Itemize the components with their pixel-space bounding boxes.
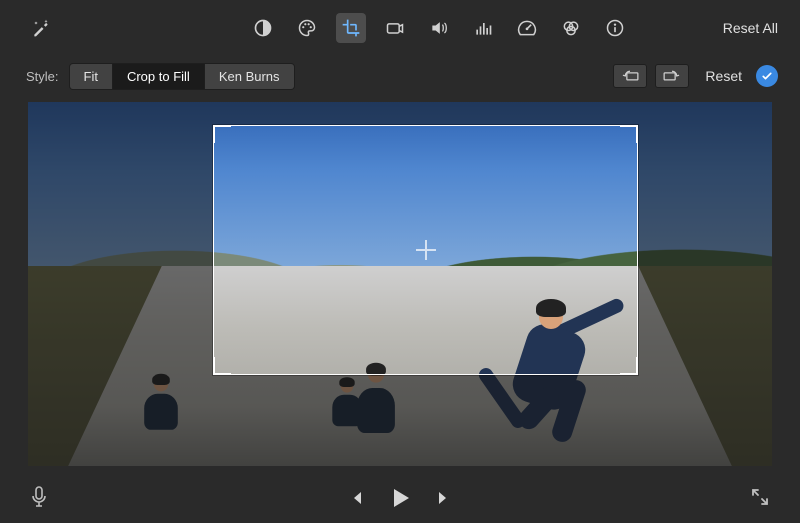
rotate-ccw-icon <box>619 69 641 83</box>
color-correction-button[interactable] <box>292 13 322 43</box>
crop-center-icon <box>416 240 436 260</box>
speed-button[interactable] <box>512 13 542 43</box>
play-icon <box>387 485 413 511</box>
expand-icon <box>750 487 770 507</box>
check-icon <box>761 70 773 82</box>
crop-handle-tl[interactable] <box>213 125 231 143</box>
preview-viewer <box>28 102 772 466</box>
auto-enhance-button[interactable] <box>26 13 56 43</box>
style-option-ken-burns[interactable]: Ken Burns <box>204 64 294 89</box>
crop-handle-br[interactable] <box>620 357 638 375</box>
next-frame-button[interactable] <box>435 489 453 507</box>
crop-icon <box>341 18 361 38</box>
adjustments-toolbar: Reset All <box>0 0 800 56</box>
rotate-ccw-button[interactable] <box>613 64 647 88</box>
fullscreen-button[interactable] <box>750 487 770 510</box>
reset-all-button[interactable]: Reset All <box>723 20 778 36</box>
overlap-icon <box>561 18 581 38</box>
style-label: Style: <box>26 69 59 84</box>
crop-handle-bl[interactable] <box>213 357 231 375</box>
rotate-cw-button[interactable] <box>655 64 689 88</box>
crop-dim-top <box>28 102 772 125</box>
contrast-icon <box>253 18 273 38</box>
crop-rectangle[interactable] <box>213 125 638 375</box>
play-button[interactable] <box>387 485 413 511</box>
volume-button[interactable] <box>424 13 454 43</box>
crop-handle-tr[interactable] <box>620 125 638 143</box>
crop-dim-left <box>28 125 213 375</box>
reset-button[interactable]: Reset <box>705 68 742 84</box>
rotate-cw-icon <box>661 69 683 83</box>
transport-bar <box>0 473 800 523</box>
mic-icon <box>30 486 48 508</box>
crop-dim-right <box>638 125 772 375</box>
apply-button[interactable] <box>756 65 778 87</box>
skip-forward-icon <box>435 489 453 507</box>
noise-eq-button[interactable] <box>468 13 498 43</box>
prev-frame-button[interactable] <box>347 489 365 507</box>
style-option-fit[interactable]: Fit <box>70 64 112 89</box>
crop-dim-bottom <box>28 375 772 466</box>
skip-back-icon <box>347 489 365 507</box>
crop-style-row: Style: Fit Crop to Fill Ken Burns Reset <box>0 56 800 96</box>
palette-icon <box>297 18 317 38</box>
speedometer-icon <box>517 18 537 38</box>
style-segmented-control: Fit Crop to Fill Ken Burns <box>69 63 295 90</box>
wand-icon <box>31 18 51 38</box>
camera-icon <box>385 18 405 38</box>
color-filter-button[interactable] <box>556 13 586 43</box>
info-button[interactable] <box>600 13 630 43</box>
stabilization-button[interactable] <box>380 13 410 43</box>
crop-button[interactable] <box>336 13 366 43</box>
info-icon <box>605 18 625 38</box>
equalizer-icon <box>473 18 493 38</box>
style-option-crop-to-fill[interactable]: Crop to Fill <box>112 64 204 89</box>
speaker-icon <box>429 18 449 38</box>
color-balance-button[interactable] <box>248 13 278 43</box>
voiceover-button[interactable] <box>30 486 48 511</box>
